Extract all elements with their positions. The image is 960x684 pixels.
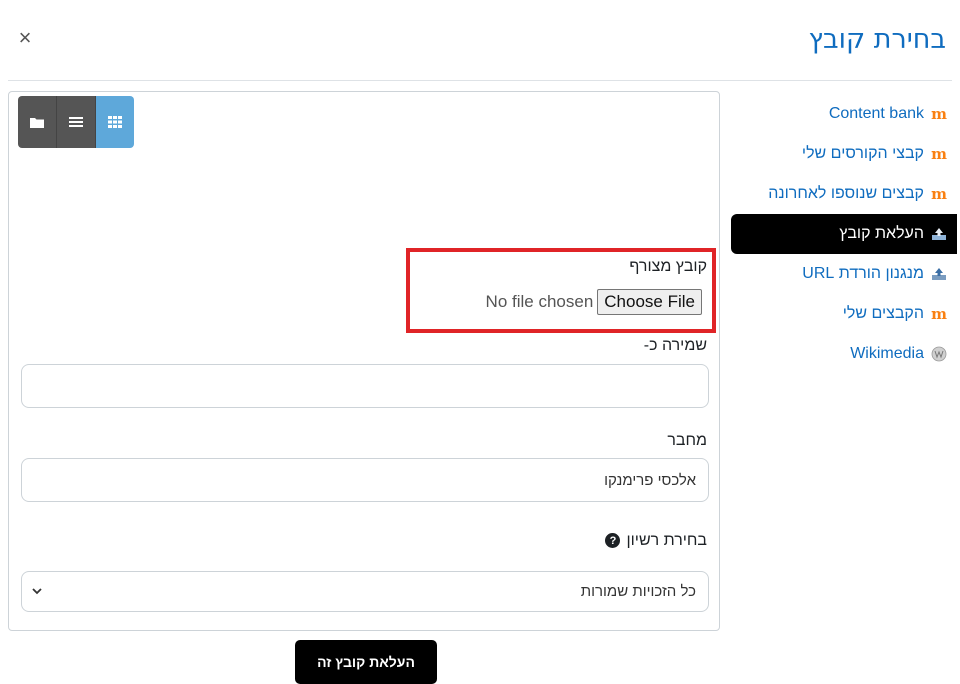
chevron-down-icon <box>32 588 42 595</box>
repo-content-bank[interactable]: m Content bank <box>731 94 957 134</box>
grid-view-button[interactable] <box>95 96 134 148</box>
list-view-button[interactable] <box>56 96 95 148</box>
author-label: מחבר <box>667 432 707 449</box>
save-as-label: שמירה כ- <box>643 337 707 354</box>
repo-label: הקבצים שלי <box>842 305 924 322</box>
choose-file-button[interactable]: Choose File <box>597 289 702 315</box>
save-as-input[interactable] <box>34 364 696 408</box>
repo-private-files[interactable]: m הקבצים שלי <box>731 294 957 334</box>
license-select[interactable]: כל הזכויות שמורות <box>21 571 709 612</box>
folder-view-button[interactable] <box>18 96 56 148</box>
repo-url-download[interactable]: מנגנון הורדת URL <box>731 254 957 294</box>
moodle-icon: m <box>931 105 947 123</box>
moodle-icon: m <box>931 305 947 323</box>
file-picker-title: בחירת קובץ <box>808 24 946 55</box>
url-download-icon <box>931 267 947 281</box>
help-icon[interactable]: ? <box>605 533 621 549</box>
license-label-row: בחירת רשיון? <box>605 532 707 550</box>
repo-label: קבצים שנוספו לאחרונה <box>768 185 924 202</box>
repo-upload-file[interactable]: העלאת קובץ <box>731 214 957 254</box>
repo-label: מנגנון הורדת URL <box>802 265 924 282</box>
repo-course-files[interactable]: m קבצי הקורסים שלי <box>731 134 957 174</box>
author-field[interactable]: אלכסי פרימנקו <box>21 458 709 502</box>
repo-label: Content bank <box>828 105 924 122</box>
attachment-label: קובץ מצורף <box>629 258 707 275</box>
author-value: אלכסי פרימנקו <box>604 471 696 489</box>
license-label: בחירת רשיון <box>626 532 707 549</box>
list-icon <box>69 117 83 127</box>
close-icon[interactable]: × <box>14 27 36 49</box>
moodle-icon: m <box>931 185 947 203</box>
repo-label: קבצי הקורסים שלי <box>801 145 924 162</box>
license-value: כל הזכויות שמורות <box>580 583 696 600</box>
upload-this-file-button[interactable]: העלאת קובץ זה <box>295 640 437 684</box>
upload-icon <box>931 227 947 241</box>
wikimedia-icon <box>931 346 947 362</box>
file-input: No file chosen Choose File <box>486 289 702 315</box>
repo-wikimedia[interactable]: Wikimedia <box>731 334 957 374</box>
save-as-field[interactable] <box>21 364 709 408</box>
repository-list: m Content bank m קבצי הקורסים שלי m קבצי… <box>731 94 957 374</box>
repo-label: Wikimedia <box>850 345 924 362</box>
grid-icon <box>108 116 122 128</box>
upload-panel: קובץ מצורף No file chosen Choose File שמ… <box>8 91 720 684</box>
folder-icon <box>30 117 44 128</box>
no-file-text: No file chosen <box>485 292 594 311</box>
header-divider <box>8 80 952 81</box>
repo-label: העלאת קובץ <box>839 225 924 242</box>
moodle-icon: m <box>931 145 947 163</box>
repo-recent-files[interactable]: m קבצים שנוספו לאחרונה <box>731 174 957 214</box>
view-toggle <box>18 96 134 148</box>
